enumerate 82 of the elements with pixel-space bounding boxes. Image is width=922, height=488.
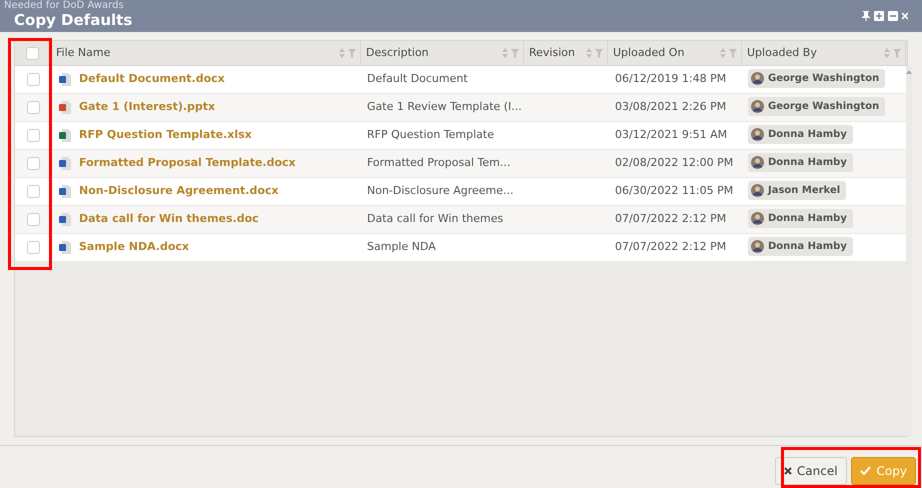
table-cell: RFP Question Template [367, 128, 494, 142]
checkbox[interactable] [26, 213, 40, 226]
file-icon [59, 185, 71, 198]
checkbox[interactable] [26, 73, 40, 86]
checkbox[interactable] [26, 101, 40, 114]
avatar-icon [751, 128, 764, 141]
window-title: Copy Defaults [14, 10, 132, 31]
sort-icon[interactable] [586, 48, 592, 58]
sort-icon[interactable] [502, 48, 508, 58]
user-name: Donna Hamby [768, 128, 847, 142]
table-cell: 07/07/2022 2:12 PM [615, 212, 726, 226]
avatar-icon [751, 100, 764, 113]
pin-icon[interactable] [862, 11, 870, 21]
checkbox[interactable] [26, 129, 40, 142]
file-icon [59, 101, 71, 114]
file-name-link[interactable]: RFP Question Template.xlsx [79, 127, 252, 144]
user-name: George Washington [768, 72, 880, 86]
file-icon [59, 129, 71, 142]
user-chip[interactable]: George Washington [748, 68, 886, 88]
avatar-icon [751, 212, 764, 225]
minimize-icon[interactable] [888, 11, 898, 21]
sort-icon[interactable] [339, 48, 345, 58]
file-icon [59, 73, 71, 86]
avatar-icon [751, 156, 764, 169]
user-chip[interactable]: George Washington [748, 96, 886, 116]
file-name-link[interactable]: Sample NDA.docx [79, 239, 190, 256]
table-cell: Formatted Proposal Tem... [367, 156, 510, 170]
file-icon [59, 213, 71, 226]
column-header[interactable]: Uploaded By [747, 44, 817, 62]
sort-icon[interactable] [720, 48, 726, 58]
table-cell: Non-Disclosure Agreeme... [367, 184, 514, 198]
scroll-up-icon[interactable] [906, 70, 912, 74]
checkmark-icon [860, 466, 871, 475]
checkbox[interactable] [26, 185, 40, 198]
maximize-icon[interactable] [874, 11, 884, 21]
table-cell: Sample NDA [367, 240, 436, 254]
column-header[interactable]: File Name [56, 44, 110, 62]
file-name-link[interactable]: Non-Disclosure Agreement.docx [79, 183, 279, 200]
table-cell: 07/07/2022 2:12 PM [615, 240, 726, 254]
user-name: Donna Hamby [768, 156, 847, 170]
user-chip[interactable]: Donna Hamby [748, 208, 853, 228]
filter-icon[interactable] [729, 48, 737, 58]
avatar-icon [751, 72, 764, 85]
close-icon [784, 466, 792, 474]
column-header[interactable]: Description [366, 44, 429, 62]
table-cell: 03/12/2021 9:51 AM [615, 128, 728, 142]
filter-icon[interactable] [348, 48, 356, 58]
sort-icon[interactable] [884, 48, 890, 58]
file-name-link[interactable]: Data call for Win themes.doc [79, 211, 259, 228]
table-cell: Gate 1 Review Template (I... [367, 100, 522, 114]
user-chip[interactable]: Jason Merkel [748, 180, 846, 200]
avatar-icon [751, 184, 764, 197]
file-name-link[interactable]: Default Document.docx [79, 71, 225, 88]
table-cell: 02/08/2022 12:00 PM [615, 156, 734, 170]
file-name-link[interactable]: Formatted Proposal Template.docx [79, 155, 296, 172]
table-cell: 03/08/2021 2:26 PM [615, 100, 726, 114]
table-cell: Default Document [367, 72, 468, 86]
cancel-button[interactable]: Cancel [774, 456, 847, 484]
user-name: Jason Merkel [768, 184, 840, 198]
filter-icon[interactable] [595, 48, 603, 58]
table-cell: Data call for Win themes [367, 212, 504, 226]
user-chip[interactable]: Donna Hamby [748, 236, 853, 256]
checkbox[interactable] [26, 46, 39, 60]
user-name: Donna Hamby [768, 240, 847, 254]
avatar-icon [751, 240, 764, 253]
background-text: Needed for DoD Awards [4, 0, 124, 12]
file-name-link[interactable]: Gate 1 (Interest).pptx [79, 99, 216, 116]
user-name: Donna Hamby [768, 212, 847, 226]
user-chip[interactable]: Donna Hamby [748, 124, 853, 144]
close-icon[interactable] [902, 11, 908, 21]
column-header[interactable]: Uploaded On [613, 44, 684, 62]
filter-icon[interactable] [893, 48, 901, 58]
column-header[interactable]: Revision [529, 44, 575, 62]
checkbox[interactable] [26, 241, 40, 254]
checkbox[interactable] [26, 157, 40, 170]
file-icon [59, 157, 71, 170]
user-chip[interactable]: Donna Hamby [748, 152, 853, 172]
table-cell: 06/12/2019 1:48 PM [615, 72, 726, 86]
table-cell: 06/30/2022 11:05 PM [615, 184, 734, 198]
file-icon [59, 241, 71, 254]
user-name: George Washington [768, 100, 880, 114]
filter-icon[interactable] [511, 48, 519, 58]
